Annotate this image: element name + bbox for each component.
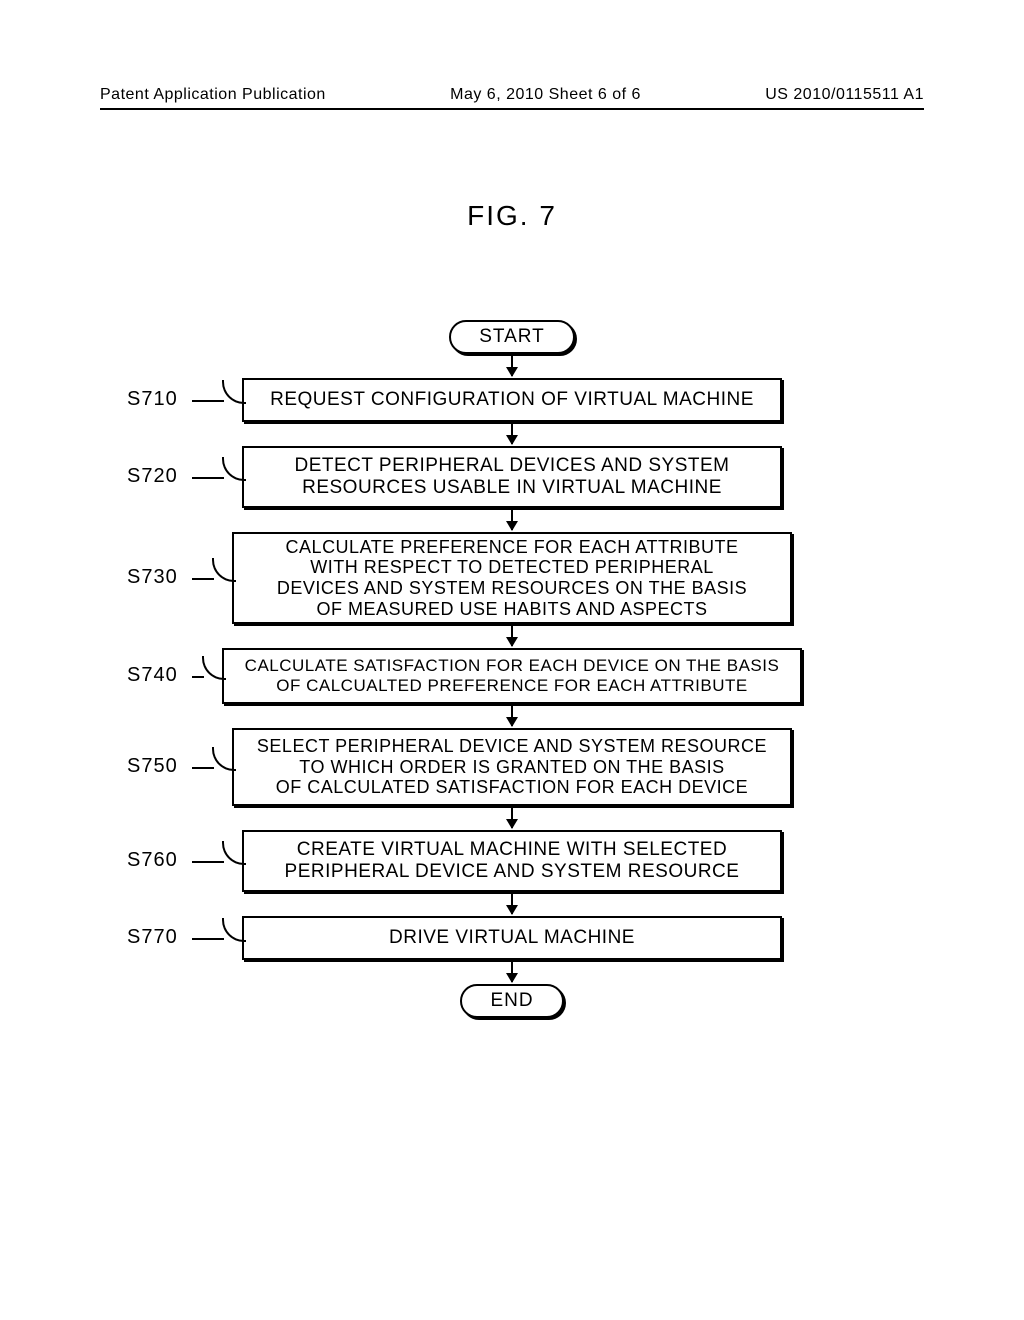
flow-step: CALCULATE PREFERENCE FOR EACH ATTRIBUTE … [62, 532, 962, 624]
leader-curve [222, 918, 246, 942]
header-rule [100, 108, 924, 110]
step-label: S710 [127, 388, 178, 411]
flow-arrow [511, 510, 513, 530]
step-label: S720 [127, 465, 178, 488]
leader-line [192, 400, 224, 402]
leader-line [192, 676, 204, 678]
flow-step: DETECT PERIPHERAL DEVICES AND SYSTEM RES… [62, 446, 962, 508]
flow-step: DRIVE VIRTUAL MACHINE S770 [62, 916, 962, 960]
flow-arrow [511, 706, 513, 726]
step-label: S760 [127, 849, 178, 872]
process-box: DETECT PERIPHERAL DEVICES AND SYSTEM RES… [242, 446, 782, 508]
end-terminator: END [460, 984, 563, 1018]
flow-arrow [511, 356, 513, 376]
header-center: May 6, 2010 Sheet 6 of 6 [450, 86, 641, 104]
process-box: CALCULATE PREFERENCE FOR EACH ATTRIBUTE … [232, 532, 792, 624]
flow-arrow [511, 962, 513, 982]
flow-step: SELECT PERIPHERAL DEVICE AND SYSTEM RESO… [62, 728, 962, 806]
leader-curve [222, 457, 246, 481]
process-box: CREATE VIRTUAL MACHINE WITH SELECTED PER… [242, 830, 782, 892]
flow-arrow [511, 424, 513, 444]
leader-curve [222, 841, 246, 865]
leader-curve [212, 747, 236, 771]
leader-line [192, 861, 224, 863]
leader-line [192, 477, 224, 479]
page: Patent Application Publication May 6, 20… [0, 0, 1024, 1320]
leader-curve [222, 380, 246, 404]
process-box: REQUEST CONFIGURATION OF VIRTUAL MACHINE [242, 378, 782, 422]
flow-step: REQUEST CONFIGURATION OF VIRTUAL MACHINE… [62, 378, 962, 422]
step-label: S770 [127, 926, 178, 949]
header-left: Patent Application Publication [100, 86, 326, 104]
step-label: S750 [127, 755, 178, 778]
page-header: Patent Application Publication May 6, 20… [0, 86, 1024, 104]
process-box: DRIVE VIRTUAL MACHINE [242, 916, 782, 960]
process-box: SELECT PERIPHERAL DEVICE AND SYSTEM RESO… [232, 728, 792, 806]
leader-line [192, 767, 214, 769]
flow-arrow [511, 894, 513, 914]
leader-line [192, 578, 214, 580]
leader-curve [202, 656, 226, 680]
step-label: S740 [127, 664, 178, 687]
figure-title: FIG. 7 [0, 200, 1024, 232]
header-right: US 2010/0115511 A1 [765, 86, 924, 104]
flow-step: CREATE VIRTUAL MACHINE WITH SELECTED PER… [62, 830, 962, 892]
leader-line [192, 938, 224, 940]
leader-curve [212, 558, 236, 582]
flow-arrow [511, 808, 513, 828]
flow-step: CALCULATE SATISFACTION FOR EACH DEVICE O… [62, 648, 962, 704]
flow-arrow [511, 626, 513, 646]
process-box: CALCULATE SATISFACTION FOR EACH DEVICE O… [222, 648, 802, 704]
step-label: S730 [127, 566, 178, 589]
start-terminator: START [449, 320, 575, 354]
flowchart: START REQUEST CONFIGURATION OF VIRTUAL M… [0, 320, 1024, 1018]
